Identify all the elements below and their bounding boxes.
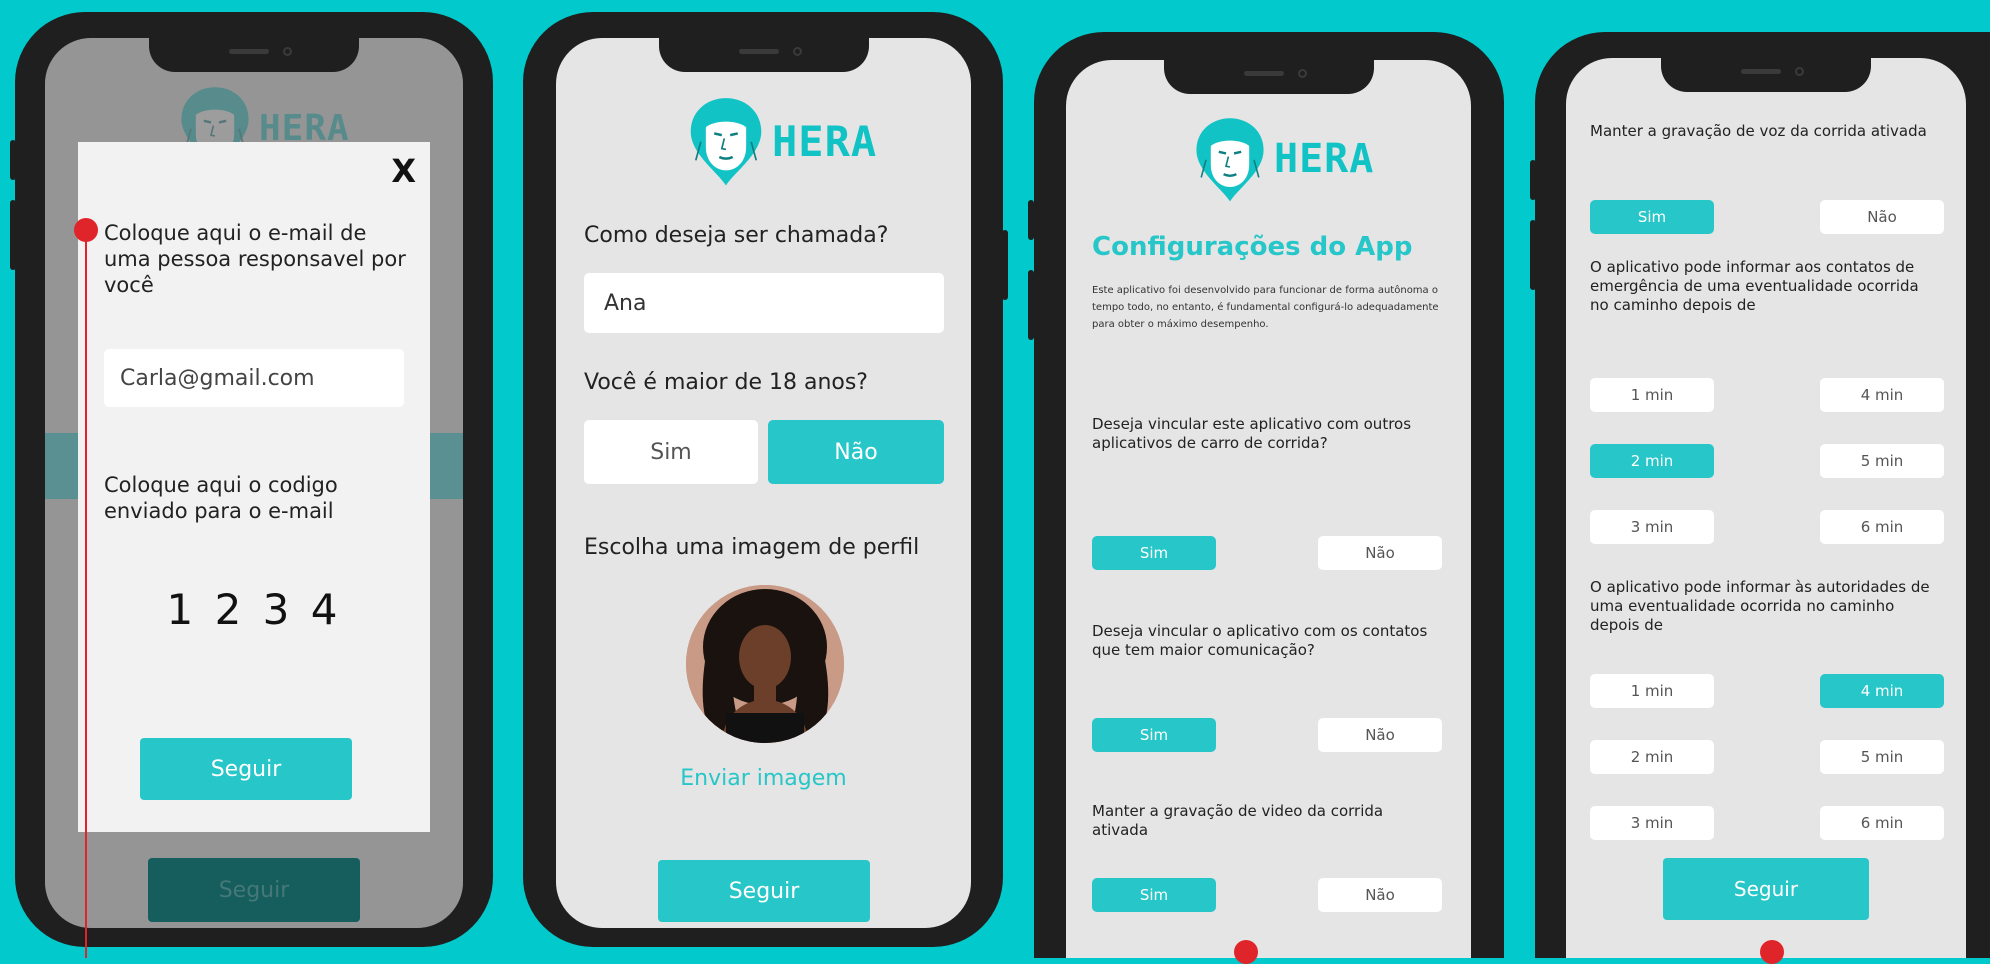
question-voice-recording: Manter a gravação de voz da corrida ativ… — [1590, 122, 1927, 140]
upload-image-link[interactable]: Enviar imagem — [556, 766, 971, 791]
email-prompt: Coloque aqui o e-mail de uma pessoa resp… — [104, 221, 406, 297]
phone-screen-2: HERA Como deseja ser chamada? Ana Você é… — [556, 38, 971, 928]
woman-face-pin-icon — [1190, 106, 1270, 212]
contacts-time-2min[interactable]: 2 min — [1590, 444, 1714, 478]
question-video-recording: Manter a gravação de video da corrida at… — [1092, 802, 1384, 839]
close-icon[interactable]: X — [391, 152, 416, 190]
annotation-marker — [74, 218, 98, 242]
brand-wordmark: HERA — [772, 116, 878, 166]
continue-button[interactable]: Seguir — [658, 860, 870, 922]
code-field[interactable]: 1 2 3 4 — [104, 585, 404, 634]
profile-image-prompt: Escolha uma imagem de perfil — [584, 535, 920, 560]
phone-notch — [1163, 60, 1374, 94]
q3-no-button[interactable]: Não — [1318, 878, 1442, 912]
woman-face-pin-icon — [684, 86, 768, 196]
q1-yes-button[interactable]: Sim — [1092, 536, 1216, 570]
q1-no-button[interactable]: Não — [1318, 536, 1442, 570]
contacts-time-3min[interactable]: 3 min — [1590, 510, 1714, 544]
contacts-time-5min[interactable]: 5 min — [1820, 444, 1944, 478]
phone-screen-3: HERA Configurações do App Este aplicativ… — [1066, 60, 1471, 958]
page-title: Configurações do App — [1092, 232, 1413, 262]
age-yes-button[interactable]: Sim — [584, 420, 758, 484]
authorities-time-4min[interactable]: 4 min — [1820, 674, 1944, 708]
contacts-time-4min[interactable]: 4 min — [1820, 378, 1944, 412]
authorities-time-6min[interactable]: 6 min — [1820, 806, 1944, 840]
phone-screen-4: Manter a gravação de voz da corrida ativ… — [1566, 58, 1966, 958]
name-input[interactable]: Ana — [584, 273, 944, 333]
phone-notch — [1661, 58, 1871, 92]
brand-logo: HERA — [684, 86, 877, 196]
brand-wordmark: HERA — [1274, 136, 1375, 182]
authorities-time-5min[interactable]: 5 min — [1820, 740, 1944, 774]
continue-button[interactable]: Seguir — [1663, 858, 1869, 920]
phone-notch — [149, 38, 359, 72]
profile-avatar[interactable] — [686, 585, 844, 743]
profile-photo — [686, 585, 844, 743]
annotation-marker — [1234, 940, 1258, 964]
page-description: Este aplicativo foi desenvolvido para fu… — [1092, 285, 1439, 330]
age-no-button[interactable]: Não — [768, 420, 944, 484]
contacts-time-6min[interactable]: 6 min — [1820, 510, 1944, 544]
contacts-time-1min[interactable]: 1 min — [1590, 378, 1714, 412]
email-field[interactable]: Carla@gmail.com — [104, 349, 404, 407]
voice-yes-button[interactable]: Sim — [1590, 200, 1714, 234]
question-emergency-contacts: O aplicativo pode informar aos contatos … — [1590, 258, 1919, 314]
age-question: Você é maior de 18 anos? — [584, 370, 868, 395]
q2-no-button[interactable]: Não — [1318, 718, 1442, 752]
continue-button[interactable]: Seguir — [140, 738, 352, 800]
authorities-time-1min[interactable]: 1 min — [1590, 674, 1714, 708]
voice-no-button[interactable]: Não — [1820, 200, 1944, 234]
q2-yes-button[interactable]: Sim — [1092, 718, 1216, 752]
question-link-contacts: Deseja vincular o aplicativo com os cont… — [1092, 622, 1428, 659]
q3-yes-button[interactable]: Sim — [1092, 878, 1216, 912]
phone-notch — [658, 38, 869, 72]
email-verification-modal: X Coloque aqui o e-mail de uma pessoa re… — [78, 142, 430, 832]
brand-logo: HERA — [1190, 106, 1374, 212]
question-link-ride-apps: Deseja vincular este aplicativo com outr… — [1092, 415, 1412, 452]
name-question: Como deseja ser chamada? — [584, 223, 889, 248]
authorities-time-3min[interactable]: 3 min — [1590, 806, 1714, 840]
annotation-line — [85, 230, 87, 958]
code-prompt: Coloque aqui o codigo enviado para o e-m… — [104, 473, 338, 523]
authorities-time-2min[interactable]: 2 min — [1590, 740, 1714, 774]
question-authorities: O aplicativo pode informar às autoridade… — [1590, 578, 1930, 634]
annotation-marker — [1760, 940, 1784, 964]
